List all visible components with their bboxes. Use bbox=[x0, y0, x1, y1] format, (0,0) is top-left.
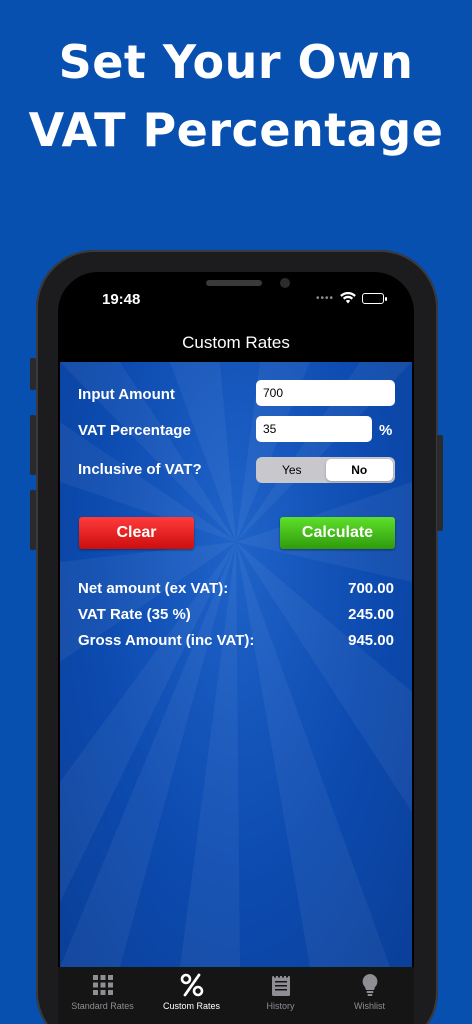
notepad-icon bbox=[236, 973, 325, 997]
net-amount-label: Net amount (ex VAT): bbox=[78, 580, 229, 597]
background-rays bbox=[60, 362, 412, 967]
tab-wishlist[interactable]: Wishlist bbox=[325, 967, 414, 1024]
net-amount-value: 700.00 bbox=[348, 580, 394, 597]
phone-power-button bbox=[437, 435, 443, 531]
tab-label: Custom Rates bbox=[162, 1001, 221, 1011]
promo-headline: Set Your Own VAT Percentage bbox=[0, 28, 472, 164]
earpiece-speaker bbox=[206, 280, 262, 286]
phone-screen: 19:48 •••• Custom Rates Input Amount 700… bbox=[58, 272, 414, 1024]
inclusive-of-vat-label: Inclusive of VAT? bbox=[78, 461, 202, 478]
input-amount-field[interactable]: 700 bbox=[256, 380, 395, 406]
tab-history[interactable]: History bbox=[236, 967, 325, 1024]
clear-button[interactable]: Clear bbox=[79, 517, 194, 549]
vat-rate-value: 245.00 bbox=[348, 606, 394, 623]
tab-bar: Standard Rates Custom Rates History Wish… bbox=[58, 967, 414, 1024]
segment-no[interactable]: No bbox=[325, 459, 393, 481]
tab-standard-rates[interactable]: Standard Rates bbox=[58, 967, 147, 1024]
input-amount-label: Input Amount bbox=[78, 386, 175, 403]
percent-sign: % bbox=[379, 422, 393, 439]
phone-volume-up bbox=[30, 415, 36, 475]
promo-line-1: Set Your Own bbox=[58, 35, 414, 89]
tab-custom-rates[interactable]: Custom Rates bbox=[147, 967, 236, 1024]
calculate-button[interactable]: Calculate bbox=[280, 517, 395, 549]
tab-label: History bbox=[266, 1001, 295, 1011]
percent-icon bbox=[147, 973, 236, 997]
promo-line-2: VAT Percentage bbox=[28, 103, 444, 157]
segment-yes[interactable]: Yes bbox=[258, 459, 326, 481]
status-time: 19:48 bbox=[102, 291, 141, 308]
phone-mute-switch bbox=[30, 358, 36, 390]
vat-percentage-label: VAT Percentage bbox=[78, 422, 191, 439]
gross-amount-label: Gross Amount (inc VAT): bbox=[78, 632, 255, 649]
tab-label: Standard Rates bbox=[71, 1001, 134, 1011]
inclusive-vat-toggle[interactable]: Yes No bbox=[256, 457, 395, 483]
signal-icon: •••• bbox=[315, 292, 334, 304]
tab-label: Wishlist bbox=[354, 1001, 385, 1011]
wifi-icon bbox=[340, 292, 356, 304]
grid-icon bbox=[58, 973, 147, 997]
lightbulb-icon bbox=[325, 973, 414, 997]
gross-amount-value: 945.00 bbox=[348, 632, 394, 649]
status-icons: •••• bbox=[315, 292, 387, 304]
phone-volume-down bbox=[30, 490, 36, 550]
front-camera bbox=[280, 278, 290, 288]
vat-rate-label: VAT Rate (35 %) bbox=[78, 606, 191, 623]
calculator-panel: Input Amount 700 VAT Percentage 35 % Inc… bbox=[60, 362, 412, 967]
battery-icon bbox=[362, 292, 387, 304]
vat-percentage-field[interactable]: 35 bbox=[256, 416, 372, 442]
navbar-title: Custom Rates bbox=[182, 333, 290, 352]
